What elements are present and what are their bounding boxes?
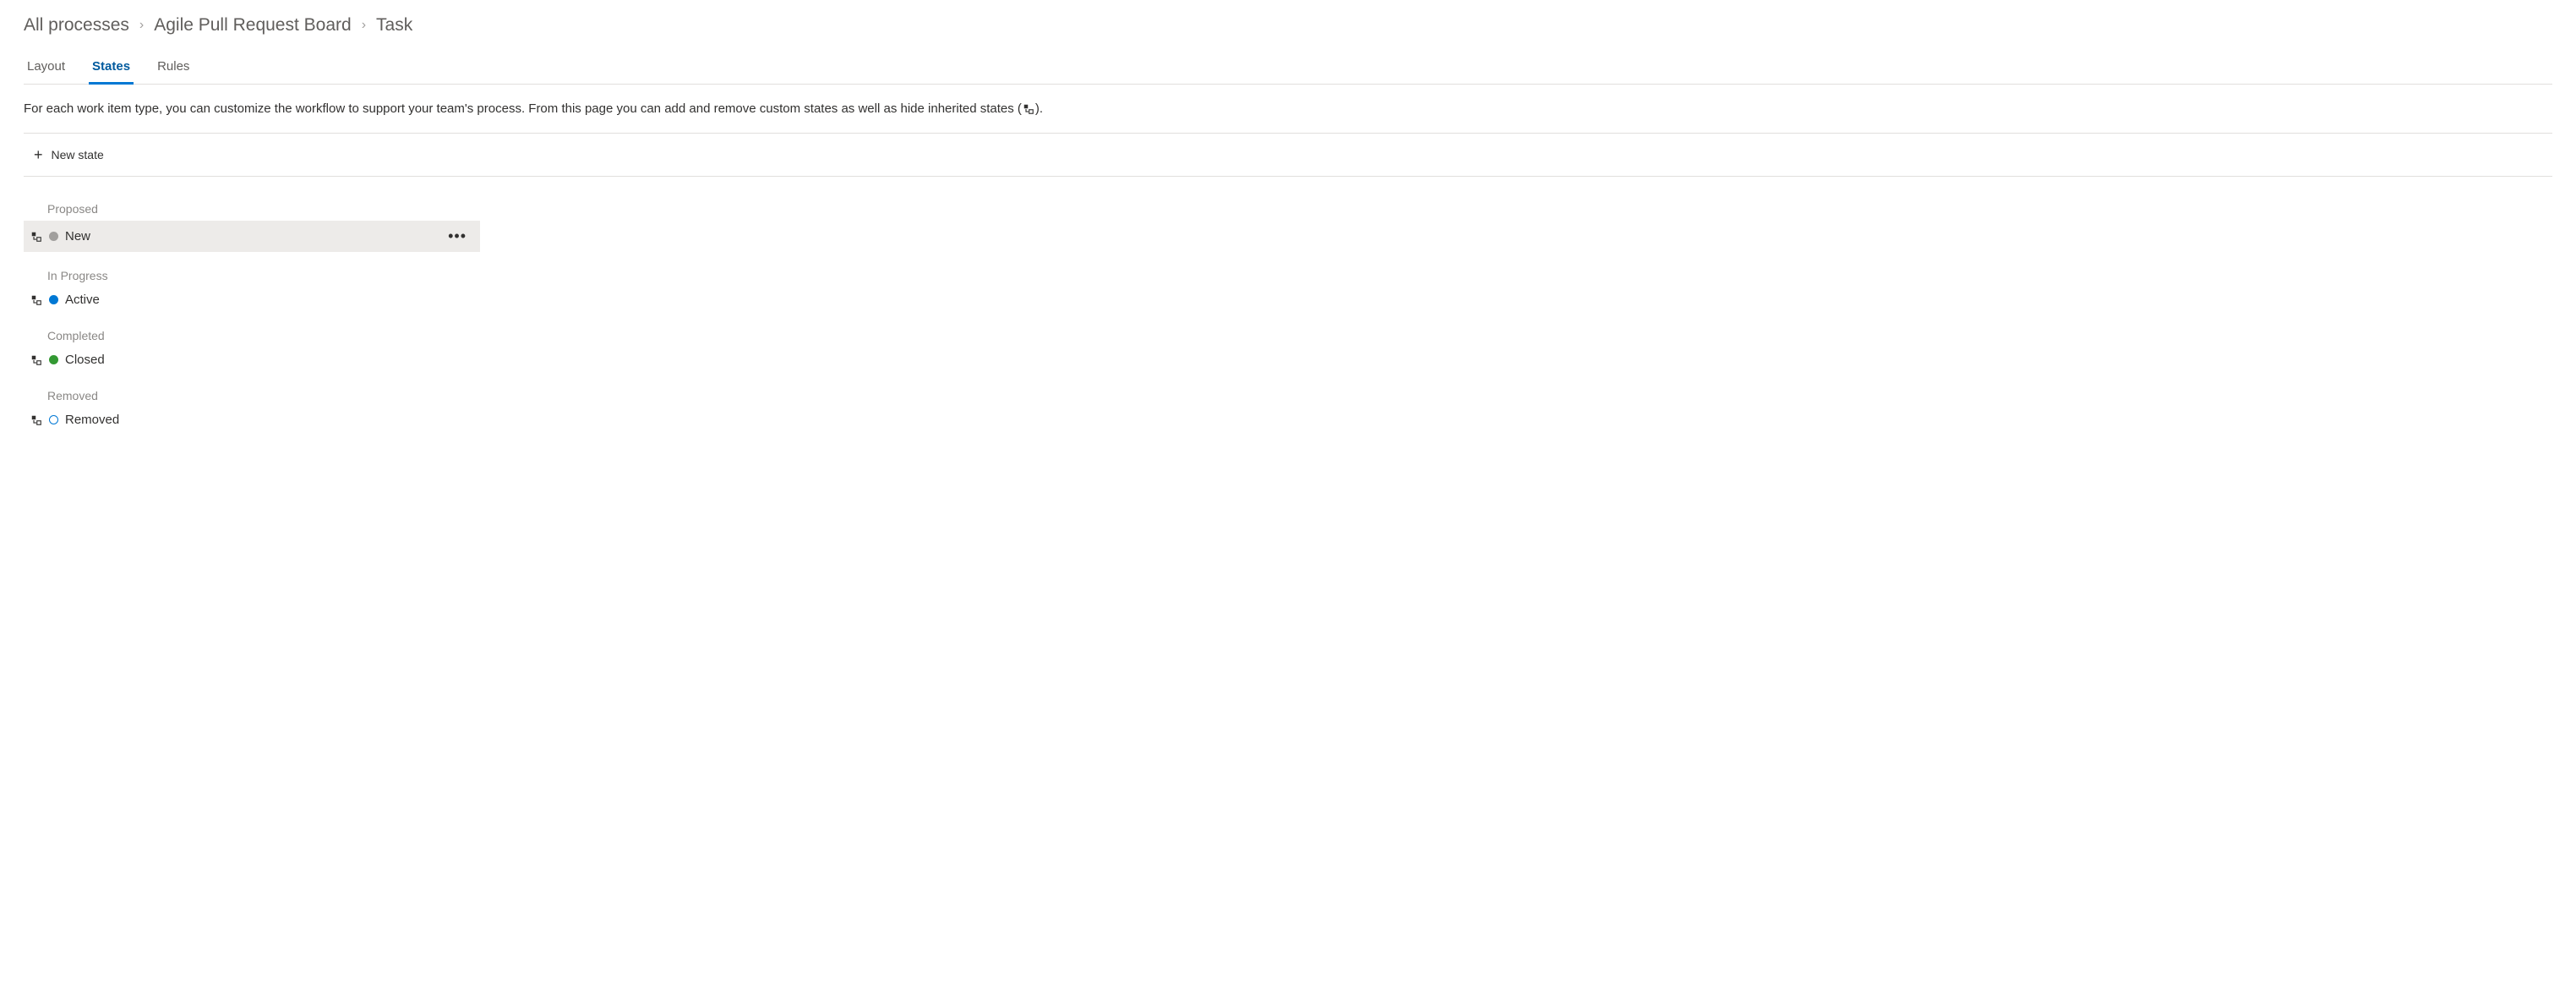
- category-label-removed: Removed: [24, 384, 480, 408]
- state-name: Closed: [65, 353, 105, 367]
- state-name: Active: [65, 293, 100, 307]
- tabs: Layout States Rules: [24, 52, 2552, 85]
- description-text: For each work item type, you can customi…: [24, 85, 2552, 134]
- tab-layout[interactable]: Layout: [24, 52, 68, 85]
- state-name: New: [65, 229, 90, 244]
- inherited-icon: [30, 414, 42, 426]
- state-color-dot: [49, 232, 58, 241]
- tab-rules[interactable]: Rules: [154, 52, 193, 85]
- state-row-closed[interactable]: Closed •••: [24, 348, 480, 372]
- new-state-button[interactable]: + New state: [24, 144, 114, 166]
- state-row-removed[interactable]: Removed •••: [24, 408, 480, 432]
- state-color-dot: [49, 355, 58, 364]
- plus-icon: +: [34, 147, 43, 162]
- breadcrumb-root-link[interactable]: All processes: [24, 15, 129, 36]
- state-name: Removed: [65, 413, 119, 427]
- new-state-label: New state: [52, 148, 104, 161]
- chevron-right-icon: ›: [139, 18, 144, 33]
- breadcrumb-current: Task: [376, 15, 412, 36]
- category-label-proposed: Proposed: [24, 197, 480, 221]
- inherited-icon: [30, 231, 42, 243]
- states-list: Proposed New ••• In Progress: [24, 177, 480, 432]
- state-row-new[interactable]: New •••: [24, 221, 480, 252]
- category-label-completed: Completed: [24, 324, 480, 348]
- category-label-inprogress: In Progress: [24, 264, 480, 287]
- state-color-dot: [49, 295, 58, 304]
- chevron-right-icon: ›: [362, 18, 366, 33]
- tab-states[interactable]: States: [89, 52, 134, 85]
- inherited-icon: [30, 294, 42, 306]
- breadcrumb-process-link[interactable]: Agile Pull Request Board: [154, 15, 351, 36]
- inherited-icon: [30, 354, 42, 366]
- state-row-active[interactable]: Active •••: [24, 287, 480, 312]
- breadcrumb: All processes › Agile Pull Request Board…: [24, 15, 2552, 36]
- toolbar: + New state: [24, 134, 2552, 177]
- more-actions-button[interactable]: •••: [441, 226, 473, 247]
- state-color-dot: [49, 415, 58, 424]
- inherited-icon: [1023, 104, 1034, 114]
